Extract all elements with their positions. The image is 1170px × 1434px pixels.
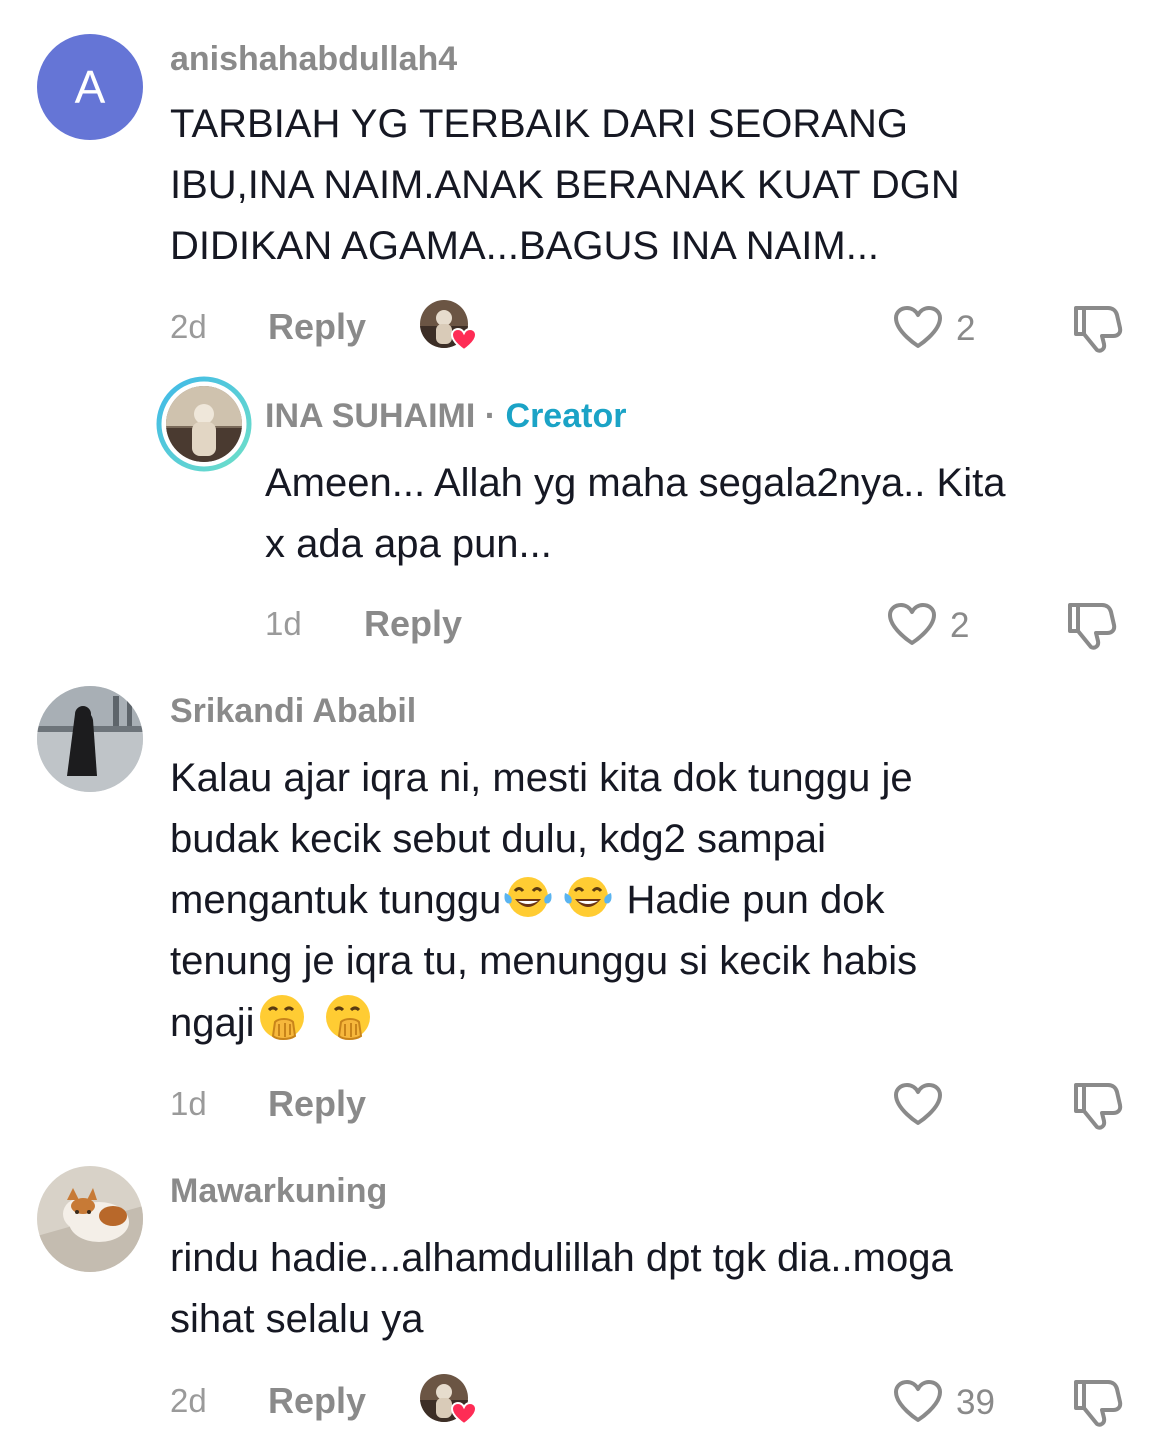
thumbs-down-icon [1074,1380,1123,1427]
timestamp: 1d [265,605,302,642]
creator-liked-avatar-icon [420,1374,478,1426]
reply-button[interactable]: Reply [268,1083,366,1125]
heart-outline-icon [894,1380,942,1422]
face-with-hand-over-mouth-icon [255,992,313,1042]
avatar-letter: A [74,61,106,113]
like-button[interactable] [886,601,938,647]
heart-outline-icon [894,1083,942,1125]
thumbs-down-icon [1074,306,1123,353]
username[interactable]: Mawarkuning [170,1172,387,1211]
comment-text: rindu hadie...alhamdulillah dpt tgk dia.… [170,1236,953,1341]
comment-text: TARBIAH YG TERBAIK DARI SEORANG IBU,INA … [170,102,960,268]
avatar[interactable] [156,376,252,472]
creator-liked-avatar-icon [420,300,478,352]
avatar[interactable] [37,686,143,792]
username[interactable]: Srikandi Ababil [170,692,416,731]
dislike-button[interactable] [1070,302,1124,354]
like-count: 2 [956,309,976,348]
dislike-button[interactable] [1070,1079,1124,1131]
like-count: 2 [950,606,970,645]
dislike-button[interactable] [1064,599,1118,651]
face-with-hand-over-mouth-icon [313,992,375,1042]
avatar[interactable] [37,1166,143,1272]
like-count: 39 [956,1383,995,1422]
timestamp: 1d [170,1085,207,1122]
creator-badge: Creator [505,397,627,435]
like-button[interactable] [892,1081,944,1127]
comment-text: Ameen... Allah yg maha segala2nya.. Kita… [265,461,1006,566]
timestamp: 2d [170,1382,207,1419]
thumbs-down-icon [1068,603,1117,650]
reply-button[interactable]: Reply [268,306,366,348]
avatar[interactable]: A [37,34,143,140]
comment-text: Kalau ajar iqra ni, mesti kita dok tungg… [170,756,918,1045]
like-button[interactable] [892,304,944,350]
separator-dot: · [475,397,506,435]
timestamp: 2d [170,308,207,345]
reply-button[interactable]: Reply [364,603,462,645]
username-line: INA SUHAIMI · Creator [265,397,626,436]
face-with-tears-of-joy-icon [501,873,555,919]
like-button[interactable] [892,1378,944,1424]
reply-button[interactable]: Reply [268,1380,366,1422]
thumbs-down-icon [1074,1083,1123,1130]
heart-outline-icon [888,603,936,645]
heart-outline-icon [894,306,942,348]
dislike-button[interactable] [1070,1376,1124,1428]
username[interactable]: anishahabdullah4 [170,40,457,79]
face-with-tears-of-joy-icon [555,873,615,919]
username[interactable]: INA SUHAIMI [265,397,475,435]
